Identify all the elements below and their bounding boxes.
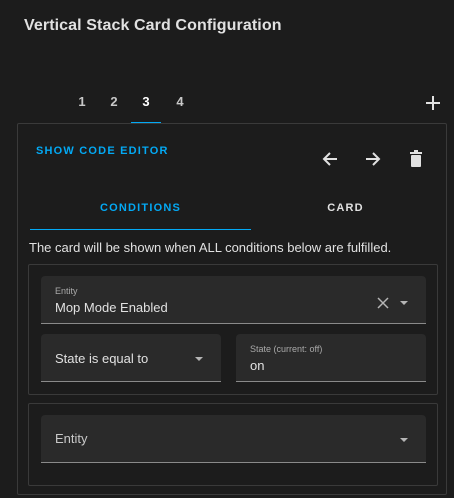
entity-placeholder: Entity xyxy=(55,431,88,446)
entity-label: Entity xyxy=(55,286,78,296)
entity-picker[interactable]: Entity Mop Mode Enabled xyxy=(41,276,426,324)
state-value-input[interactable]: State (current: off) on xyxy=(236,334,426,382)
new-entity-picker[interactable]: Entity xyxy=(41,415,426,463)
chevron-down-icon[interactable] xyxy=(398,434,410,446)
state-value: on xyxy=(250,358,265,373)
entity-value: Mop Mode Enabled xyxy=(55,300,168,315)
chevron-down-icon[interactable] xyxy=(398,297,410,309)
show-code-editor-button[interactable]: SHOW CODE EDITOR xyxy=(36,145,169,157)
dialog-title: Vertical Stack Card Configuration xyxy=(24,17,282,34)
card-editor-tabs: CONDITIONS CARD xyxy=(30,194,440,230)
new-condition-item: Entity xyxy=(28,403,438,486)
arrow-right-icon[interactable] xyxy=(363,149,383,169)
condition-item: Entity Mop Mode Enabled State is equal t… xyxy=(28,264,438,395)
stack-tab-4[interactable]: 4 xyxy=(164,88,196,124)
close-icon[interactable] xyxy=(376,296,390,310)
arrow-left-icon[interactable] xyxy=(320,149,340,169)
tab-card[interactable]: CARD xyxy=(251,194,440,230)
stack-tab-1[interactable]: 1 xyxy=(66,88,98,124)
stack-tab-bar: 1 2 3 4 xyxy=(0,88,454,124)
state-operator-value: State is equal to xyxy=(55,351,149,366)
conditions-info-text: The card will be shown when ALL conditio… xyxy=(29,240,392,255)
state-label: State (current: off) xyxy=(250,344,323,354)
plus-icon[interactable] xyxy=(424,94,442,112)
chevron-down-icon[interactable] xyxy=(193,353,205,365)
state-operator-select[interactable]: State is equal to xyxy=(41,334,221,382)
stack-tab-2[interactable]: 2 xyxy=(98,88,130,124)
card-editor-panel: SHOW CODE EDITOR CONDITIONS CARD The car… xyxy=(17,123,447,495)
delete-icon[interactable] xyxy=(406,149,426,169)
tab-conditions[interactable]: CONDITIONS xyxy=(30,194,251,230)
stack-tab-3[interactable]: 3 xyxy=(131,88,161,124)
